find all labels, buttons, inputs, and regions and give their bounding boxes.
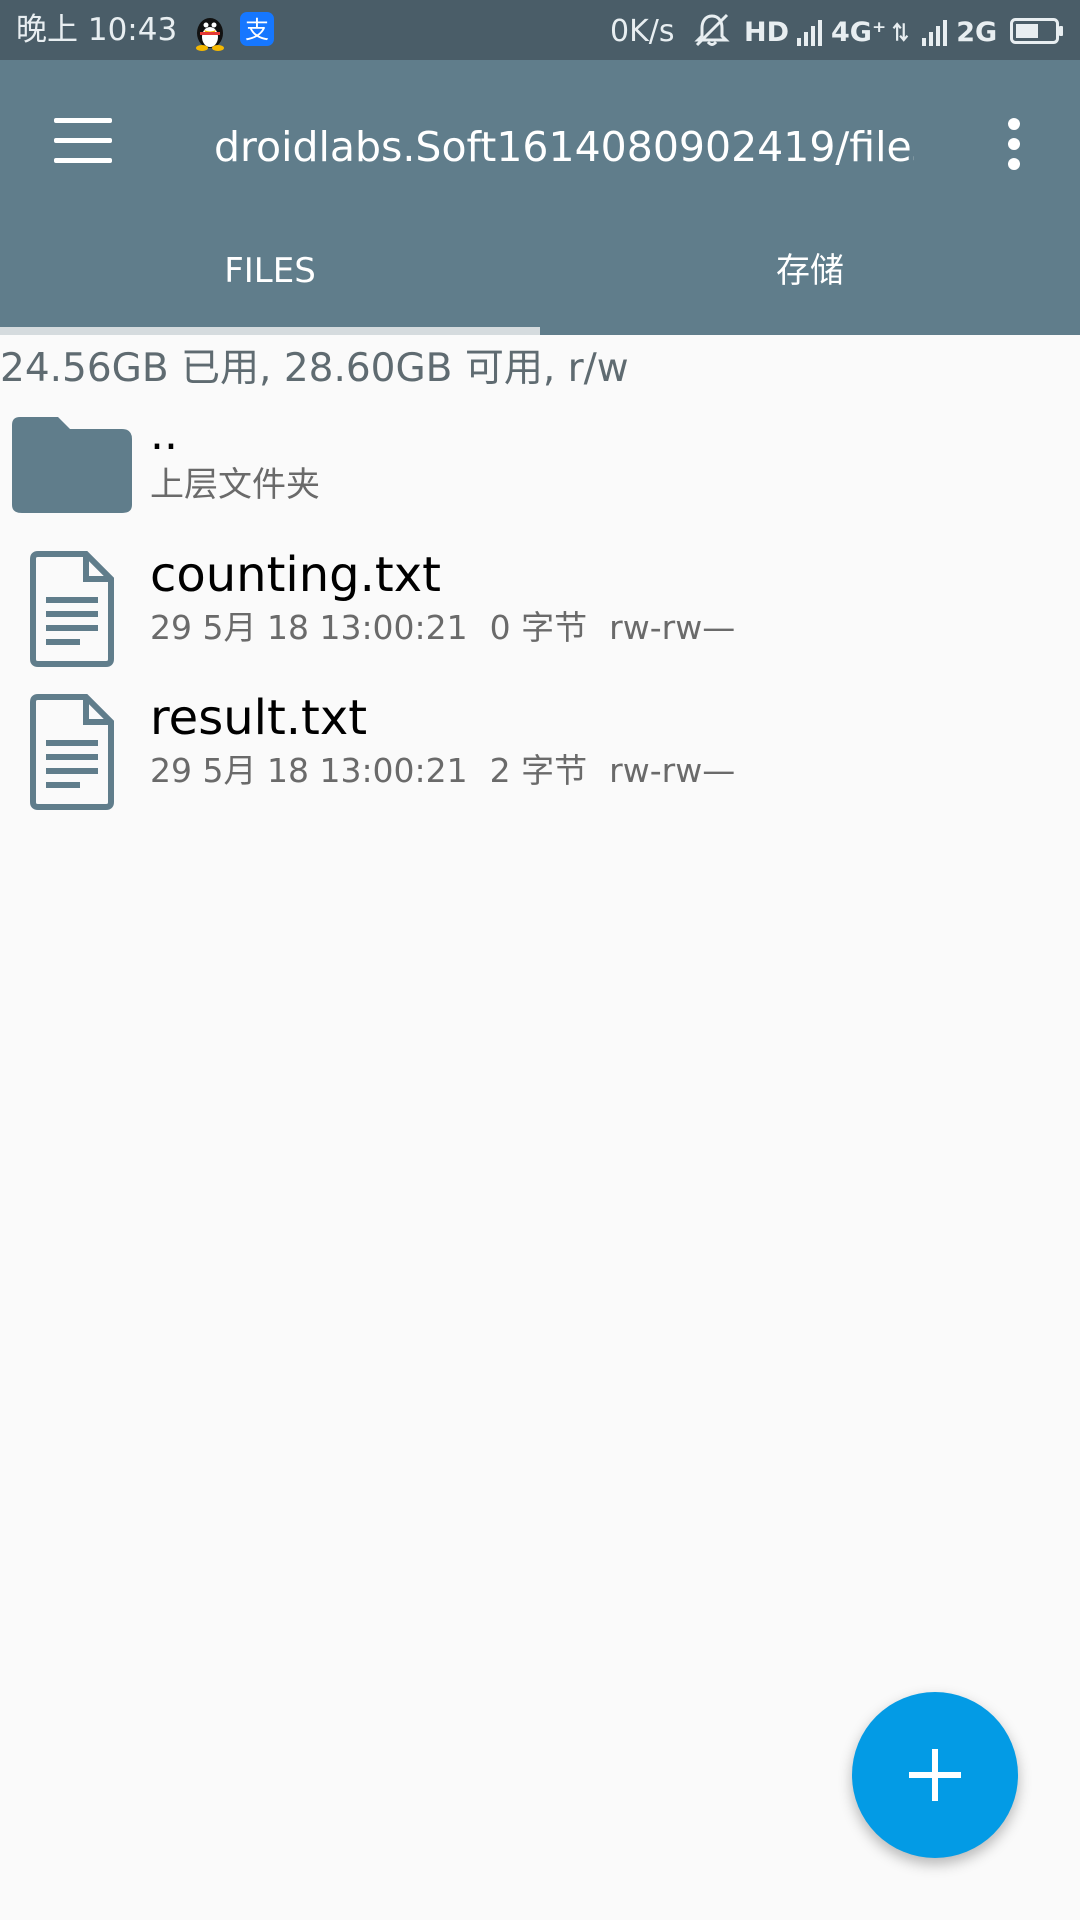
- add-fab-button[interactable]: [852, 1692, 1018, 1858]
- current-path-title[interactable]: droidlabs.Soft1614080902419/files: [214, 120, 914, 174]
- file-details: 29 5月 18 13:00:21 2 字节 rw-rw—: [150, 751, 757, 791]
- qq-icon: [196, 18, 224, 51]
- file-details: 29 5月 18 13:00:21 0 字节 rw-rw—: [150, 608, 757, 648]
- battery-icon: [1010, 18, 1063, 44]
- file-icon: [30, 551, 114, 667]
- signal-icon: [797, 20, 823, 46]
- status-bar: 晚上 10:43 支 0K/s HD 4G⁺ 2G: [0, 0, 1080, 60]
- network-speed: 0K/s: [610, 14, 675, 49]
- file-size: 0 字节: [489, 608, 588, 647]
- file-size: 2 字节: [489, 751, 588, 790]
- file-subtitle: 上层文件夹: [150, 465, 320, 505]
- file-permissions: rw-rw—: [609, 608, 736, 647]
- data-transfer-icon: [892, 22, 909, 42]
- silent-bell-icon: [694, 13, 730, 47]
- status-time: 晚上 10:43: [16, 12, 178, 48]
- file-date: 29 5月 18 13:00:21: [150, 751, 468, 790]
- more-options-icon[interactable]: [1002, 118, 1026, 170]
- app-bar: droidlabs.Soft1614080902419/files FILES …: [0, 60, 1080, 335]
- file-permissions: rw-rw—: [609, 751, 736, 790]
- list-item-file[interactable]: result.txt 29 5月 18 13:00:21 2 字节 rw-rw—: [0, 686, 1080, 816]
- storage-info: 24.56GB 已用, 28.60GB 可用, r/w: [0, 346, 629, 391]
- tab-files[interactable]: FILES: [0, 246, 540, 332]
- list-item-file[interactable]: counting.txt 29 5月 18 13:00:21 0 字节 rw-rw—: [0, 543, 1080, 673]
- file-name: ..: [150, 409, 178, 460]
- file-name: counting.txt: [150, 547, 441, 603]
- alipay-icon: 支: [240, 12, 274, 46]
- list-item-parent-folder[interactable]: .. 上层文件夹: [0, 405, 1080, 527]
- network-type-4g: 4G⁺: [831, 16, 887, 48]
- tab-storage[interactable]: 存储: [540, 246, 1080, 332]
- plus-icon: [909, 1749, 961, 1801]
- tab-selected-indicator: [0, 327, 540, 335]
- svg-text:支: 支: [245, 16, 269, 44]
- network-type-2g: 2G: [956, 16, 998, 48]
- status-indicators: HD 4G⁺ 2G: [744, 14, 997, 50]
- menu-icon[interactable]: [54, 118, 112, 164]
- signal-icon-2: [922, 20, 948, 46]
- hd-indicator: HD: [744, 16, 790, 48]
- folder-icon: [12, 417, 132, 513]
- file-name: result.txt: [150, 690, 368, 746]
- file-date: 29 5月 18 13:00:21: [150, 608, 468, 647]
- file-icon: [30, 694, 114, 810]
